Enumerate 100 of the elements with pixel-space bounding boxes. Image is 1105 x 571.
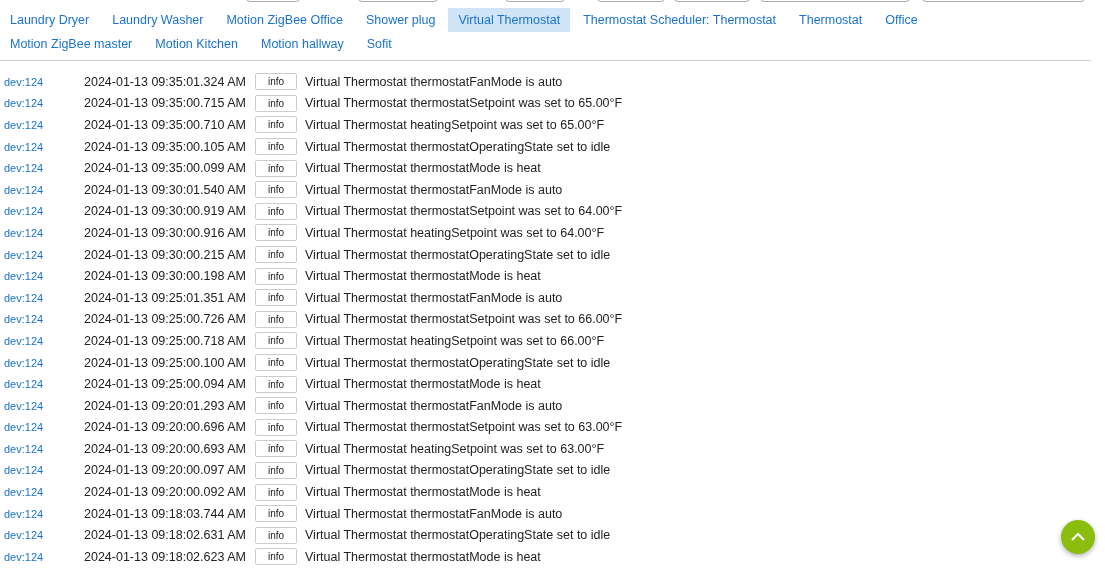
log-time: 2024-01-13 09:25:00.718 AM	[84, 333, 247, 348]
device-tab[interactable]: Virtual Thermostat	[448, 8, 571, 32]
log-message: Virtual Thermostat thermostatFanMode is auto	[305, 182, 563, 197]
log-message: Virtual Thermostat thermostatMode is heat	[305, 269, 541, 284]
log-time: 2024-01-13 09:30:00.916 AM	[84, 225, 247, 240]
log-message: Virtual Thermostat thermostatMode is heat	[305, 161, 541, 176]
log-level-button[interactable]: info	[255, 116, 297, 134]
log-level-button[interactable]: info	[255, 181, 297, 199]
log-message: Virtual Thermostat thermostatSetpoint was set to 65.00°F	[305, 96, 623, 111]
device-link[interactable]: dev:124	[0, 226, 84, 239]
device-link[interactable]: dev:124	[0, 421, 84, 434]
device-link[interactable]: dev:124	[0, 399, 84, 412]
device-tab[interactable]: Sofit	[356, 32, 402, 56]
device-link[interactable]: dev:124	[0, 248, 84, 261]
log-time: 2024-01-13 09:18:03.744 AM	[84, 506, 247, 521]
log-message: Virtual Thermostat thermostatSetpoint was set to 66.00°F	[305, 312, 623, 327]
log-level-button[interactable]: info	[255, 224, 297, 242]
device-link[interactable]: dev:124	[0, 550, 84, 563]
log-message: Virtual Thermostat thermostatOperatingState set to idle	[305, 355, 611, 370]
log-time: 2024-01-13 09:30:00.919 AM	[84, 204, 247, 219]
device-link[interactable]: dev:124	[0, 205, 84, 218]
log-time: 2024-01-13 09:35:00.715 AM	[84, 96, 247, 111]
device-link[interactable]: dev:124	[0, 507, 84, 520]
device-link[interactable]: dev:124	[0, 529, 84, 542]
device-tab[interactable]: Laundry Dryer	[0, 8, 100, 32]
device-link[interactable]: dev:124	[0, 119, 84, 131]
log-level-button[interactable]: info	[255, 138, 297, 156]
device-tab[interactable]: Motion ZigBee master	[0, 32, 143, 56]
log-message: Virtual Thermostat thermostatMode is heat	[305, 485, 541, 500]
log-time: 2024-01-13 09:20:01.293 AM	[84, 398, 247, 413]
log-level-button[interactable]: info	[255, 246, 297, 264]
log-message: Virtual Thermostat thermostatFanMode is auto	[305, 290, 563, 305]
device-link[interactable]: dev:124	[0, 442, 84, 455]
log-time: 2024-01-13 09:30:01.540 AM	[84, 182, 247, 197]
device-link[interactable]: dev:124	[0, 183, 84, 196]
log-time: 2024-01-13 09:30:00.198 AM	[84, 269, 247, 284]
log-message: Virtual Thermostat thermostatOperatingState set to idle	[305, 247, 611, 262]
device-link[interactable]: dev:124	[0, 97, 84, 110]
device-link[interactable]: dev:124	[0, 486, 84, 499]
log-message: Virtual Thermostat heatingSetpoint was set to 65.00°F	[305, 118, 605, 132]
device-link[interactable]: dev:124	[0, 291, 84, 304]
log-level-button[interactable]: info	[255, 354, 297, 371]
log-level-button[interactable]: info	[255, 418, 297, 436]
log-level-button[interactable]: info	[255, 159, 297, 177]
log-message: Virtual Thermostat thermostatFanMode is auto	[305, 74, 563, 89]
log-level-button[interactable]: info	[255, 332, 297, 350]
log-time: 2024-01-13 09:18:02.623 AM	[84, 549, 247, 564]
device-tab[interactable]: Motion hallway	[250, 32, 354, 56]
log-message: Virtual Thermostat thermostatSetpoint was set to 63.00°F	[305, 420, 623, 435]
device-link[interactable]: dev:124	[0, 313, 84, 326]
log-time: 2024-01-13 09:20:00.693 AM	[84, 441, 247, 456]
log-level-button[interactable]: info	[255, 440, 297, 458]
device-link[interactable]: dev:124	[0, 162, 84, 175]
log-message: Virtual Thermostat thermostatFanMode is auto	[305, 398, 563, 413]
chevron-up-icon	[1070, 532, 1086, 542]
log-level-button[interactable]: info	[255, 94, 297, 112]
log-message: Virtual Thermostat thermostatMode is heat	[305, 549, 541, 564]
log-message: Virtual Thermostat thermostatOperatingState set to idle	[305, 528, 611, 543]
device-link[interactable]: dev:124	[0, 356, 84, 369]
log-level-button[interactable]: info	[255, 483, 297, 501]
device-tab[interactable]: Office	[875, 8, 928, 32]
log-time: 2024-01-13 09:25:00.094 AM	[84, 377, 247, 392]
device-tab[interactable]: Laundry Washer	[102, 8, 214, 32]
device-link[interactable]: dev:124	[0, 334, 84, 347]
device-tab[interactable]: Thermostat	[789, 8, 873, 32]
log-time: 2024-01-13 09:35:00.710 AM	[84, 118, 247, 132]
device-link[interactable]: dev:124	[0, 140, 84, 153]
device-link[interactable]: dev:124	[0, 464, 84, 477]
log-level-button[interactable]: info	[255, 526, 297, 544]
scroll-to-top-button[interactable]	[1061, 520, 1095, 554]
log-time: 2024-01-13 09:25:00.100 AM	[84, 355, 247, 370]
log-time: 2024-01-13 09:20:00.092 AM	[84, 485, 247, 500]
device-link[interactable]: dev:124	[0, 75, 84, 88]
log-level-button[interactable]: info	[255, 310, 297, 328]
log-level-button[interactable]: info	[255, 462, 297, 479]
log-time: 2024-01-13 09:25:00.726 AM	[84, 312, 247, 327]
log-message: Virtual Thermostat thermostatFanMode is auto	[305, 506, 563, 521]
log-level-button[interactable]: info	[255, 397, 297, 415]
log-time: 2024-01-13 09:35:00.105 AM	[84, 139, 247, 154]
device-link[interactable]: dev:124	[0, 378, 84, 391]
device-tab[interactable]: Motion Kitchen	[145, 32, 248, 56]
log-level-button[interactable]: info	[255, 505, 297, 523]
device-tab[interactable]: Shower plug	[355, 8, 446, 32]
device-tab[interactable]: Motion ZigBee Office	[216, 8, 353, 32]
log-level-button[interactable]: info	[255, 267, 297, 285]
device-tab[interactable]: Thermostat Scheduler: Thermostat	[573, 8, 787, 32]
log-time: 2024-01-13 09:20:00.696 AM	[84, 420, 247, 435]
log-level-button[interactable]: info	[255, 375, 297, 393]
log-level-button[interactable]: info	[255, 73, 297, 91]
log-level-button[interactable]: info	[255, 548, 297, 566]
log-message: Virtual Thermostat heatingSetpoint was set to 66.00°F	[305, 333, 605, 348]
log-level-button[interactable]: info	[255, 289, 297, 307]
log-message: Virtual Thermostat heatingSetpoint was set to 63.00°F	[305, 441, 605, 456]
device-link[interactable]: dev:124	[0, 270, 84, 283]
log-time: 2024-01-13 09:20:00.097 AM	[84, 463, 247, 478]
log-time: 2024-01-13 09:18:02.631 AM	[84, 528, 247, 543]
log-message: Virtual Thermostat thermostatOperatingState set to idle	[305, 139, 611, 154]
log-level-button[interactable]: info	[255, 202, 297, 220]
log-message: Virtual Thermostat thermostatOperatingState set to idle	[305, 463, 611, 478]
log-message: Virtual Thermostat thermostatMode is heat	[305, 377, 541, 392]
